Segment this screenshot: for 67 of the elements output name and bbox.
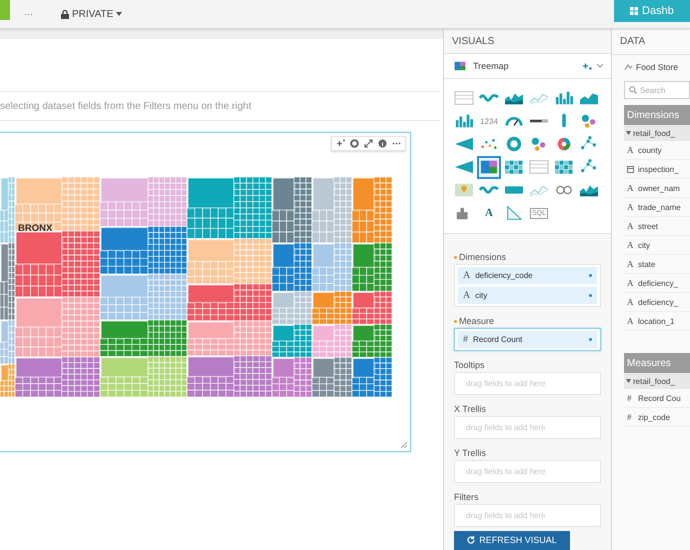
caret-icon — [626, 379, 631, 383]
grid-icon — [630, 7, 638, 15]
type-icon: A — [463, 290, 470, 301]
hint-text: selecting dataset fields from the Filters menu on the right — [0, 91, 439, 121]
field-name: deficiency_code — [475, 270, 534, 280]
field-item[interactable]: A location_1 — [624, 312, 690, 331]
field-item[interactable]: A city — [624, 236, 690, 255]
type-icon: # — [463, 334, 468, 345]
drop-placeholder: drag fields to add here — [465, 466, 547, 476]
shelf-label: X Trellis — [454, 404, 486, 414]
resize-handle-icon[interactable] — [401, 442, 407, 448]
caret-icon — [116, 12, 122, 16]
field-pill[interactable]: # Record Count — [458, 330, 597, 348]
info-icon[interactable] — [378, 139, 387, 148]
field-item[interactable]: # zip_code — [624, 408, 690, 427]
dataset-group[interactable]: retail_food_ — [624, 373, 690, 389]
shelf-label: Filters — [454, 492, 478, 502]
shelf-label: Y Trellis — [454, 448, 486, 458]
drop-placeholder: drag fields to add here — [465, 422, 547, 432]
dataset-icon — [624, 63, 633, 71]
field-item[interactable]: A deficiency_ — [624, 293, 690, 312]
dataset-name[interactable]: Food Store — [636, 62, 678, 72]
caret-icon — [597, 64, 603, 68]
expand-icon[interactable] — [364, 139, 373, 148]
refresh-icon — [467, 536, 476, 544]
shelf-label: Tooltips — [454, 360, 485, 370]
drop-placeholder: drag fields to add here — [465, 510, 547, 520]
caret-icon — [626, 131, 631, 135]
privacy-dropdown[interactable]: PRIVATE — [61, 8, 122, 20]
field-item[interactable]: A owner_nam — [624, 179, 690, 198]
drop-zone[interactable]: A deficiency_code A city — [454, 264, 601, 307]
field-item[interactable]: A state — [624, 255, 690, 274]
field-item[interactable]: # Record Cou — [624, 389, 690, 408]
field-item[interactable]: A trade_name — [624, 198, 690, 217]
field-item[interactable]: inspection_ — [624, 160, 690, 179]
settings-icon[interactable] — [350, 139, 359, 148]
field-item[interactable]: A street — [624, 217, 690, 236]
field-pill[interactable]: A deficiency_code — [458, 266, 597, 284]
treemap-icon — [452, 60, 468, 72]
calendar-icon — [627, 166, 634, 172]
lock-icon — [61, 10, 69, 18]
visual-type-dropdown[interactable]: Treemap — [444, 54, 611, 79]
shelf-label: Measure — [454, 316, 494, 326]
field-item[interactable]: A county — [624, 141, 690, 160]
treemap-icon[interactable] — [477, 156, 501, 179]
section-header: Dimensions — [624, 105, 690, 125]
field-pill[interactable]: A city — [458, 286, 597, 304]
type-icon: A — [463, 270, 470, 281]
dot-icon[interactable] — [589, 294, 592, 297]
section-header: Measures — [624, 353, 690, 373]
dot-icon[interactable] — [589, 274, 592, 277]
dot-icon[interactable] — [589, 338, 592, 341]
panel-title: DATA — [612, 29, 690, 55]
more-button[interactable]: ··· — [22, 9, 35, 19]
field-item[interactable]: A deficiency_ — [624, 274, 690, 293]
shelf-label: Dimensions — [454, 252, 506, 262]
app-logo — [0, 0, 10, 20]
treemap-label: BRONX — [18, 223, 52, 234]
sparkle-icon[interactable] — [336, 139, 345, 148]
search-icon — [629, 86, 637, 94]
refresh-button[interactable]: REFRESH VISUAL — [454, 530, 570, 550]
field-name: Record Count — [473, 334, 524, 344]
drop-zone[interactable]: # Record Count — [454, 328, 601, 351]
dataset-group[interactable]: retail_food_ — [624, 125, 690, 141]
field-name: city — [475, 290, 488, 300]
sparkle-icon[interactable] — [582, 62, 592, 70]
drop-placeholder: drag fields to add here — [465, 378, 547, 388]
